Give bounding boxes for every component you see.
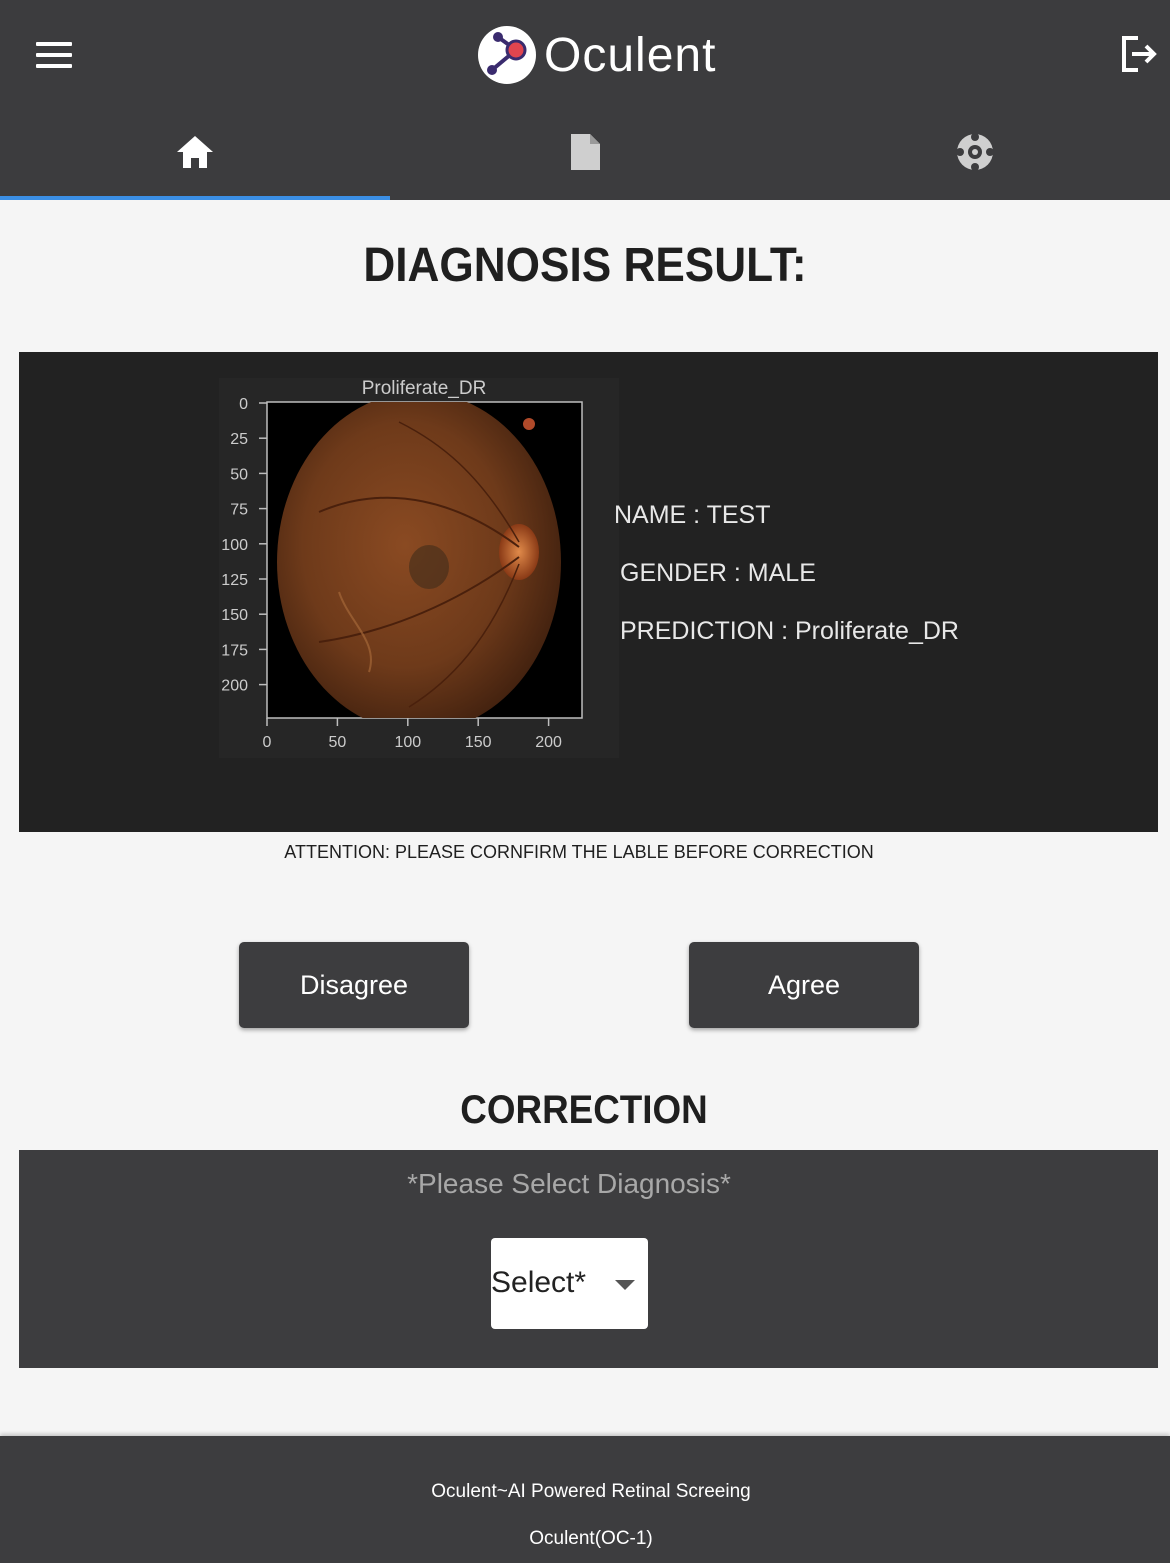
patient-gender: GENDER : MALE: [620, 559, 816, 587]
select-prompt: *Please Select Diagnosis*: [407, 1168, 731, 1199]
fundus-plot: Proliferate_DR 0 25 50 75 100 125 150 175 200 0 5…: [219, 378, 619, 758]
x-tick-label: 50: [329, 734, 347, 751]
footer-version: Oculent(OC-1): [529, 1528, 653, 1549]
oculent-logo-icon: [478, 26, 536, 84]
patient-name: NAME : TEST: [614, 501, 771, 529]
attention-notice: ATTENTION: PLEASE CORNFIRM THE LABLE BEF…: [284, 842, 874, 862]
document-icon: [571, 134, 600, 170]
logout-icon: [1122, 36, 1157, 72]
x-tick-label: 100: [394, 734, 421, 751]
y-tick-label: 125: [221, 572, 248, 589]
select-value: Select*: [491, 1266, 587, 1299]
y-tick-label: 75: [230, 502, 248, 519]
menu-icon-bar: [36, 42, 72, 46]
agree-button[interactable]: Agree: [689, 942, 919, 1028]
tab-home[interactable]: [0, 104, 390, 200]
plot-title: Proliferate_DR: [362, 378, 487, 399]
prediction-label: PREDICTION : Proliferate_DR: [620, 617, 959, 645]
home-icon: [177, 136, 213, 168]
footer-tagline: Oculent~AI Powered Retinal Screeing: [431, 1481, 751, 1502]
y-tick-label: 100: [221, 537, 248, 554]
menu-button[interactable]: [34, 38, 74, 70]
tab-reports[interactable]: [390, 104, 780, 200]
menu-icon-bar: [36, 53, 72, 57]
y-tick-label: 150: [221, 607, 248, 624]
disagree-button[interactable]: Disagree: [239, 942, 469, 1028]
result-panel: Proliferate_DR 0 25 50 75 100 125 150 175 200 0 5…: [19, 352, 1158, 832]
footer: Oculent~AI Powered Retinal Screeing Ocul…: [0, 1436, 1170, 1563]
tab-help[interactable]: [780, 104, 1170, 200]
x-tick-label: 200: [535, 734, 562, 751]
page-title: DIAGNOSIS RESULT:: [363, 239, 807, 292]
y-tick-label: 25: [230, 431, 248, 448]
y-tick-label: 175: [221, 642, 248, 659]
logout-button[interactable]: [1116, 32, 1160, 76]
chevron-down-icon: [615, 1280, 635, 1290]
lifebuoy-icon: [956, 133, 994, 171]
app-name: Oculent: [544, 28, 717, 82]
y-tick-label: 200: [221, 678, 248, 695]
y-tick-label: 0: [239, 396, 248, 413]
app-bar: Oculent: [0, 0, 1170, 200]
diagnosis-select[interactable]: Select*: [491, 1238, 648, 1329]
x-tick-label: 0: [263, 734, 272, 751]
brand: Oculent: [476, 24, 716, 86]
menu-icon-bar: [36, 64, 72, 68]
y-tick-label: 50: [230, 466, 248, 483]
correction-panel: *Please Select Diagnosis* Select*: [19, 1150, 1158, 1368]
x-tick-label: 150: [465, 734, 492, 751]
tab-bar: [0, 104, 1170, 200]
correction-title: CORRECTION: [460, 1088, 708, 1132]
